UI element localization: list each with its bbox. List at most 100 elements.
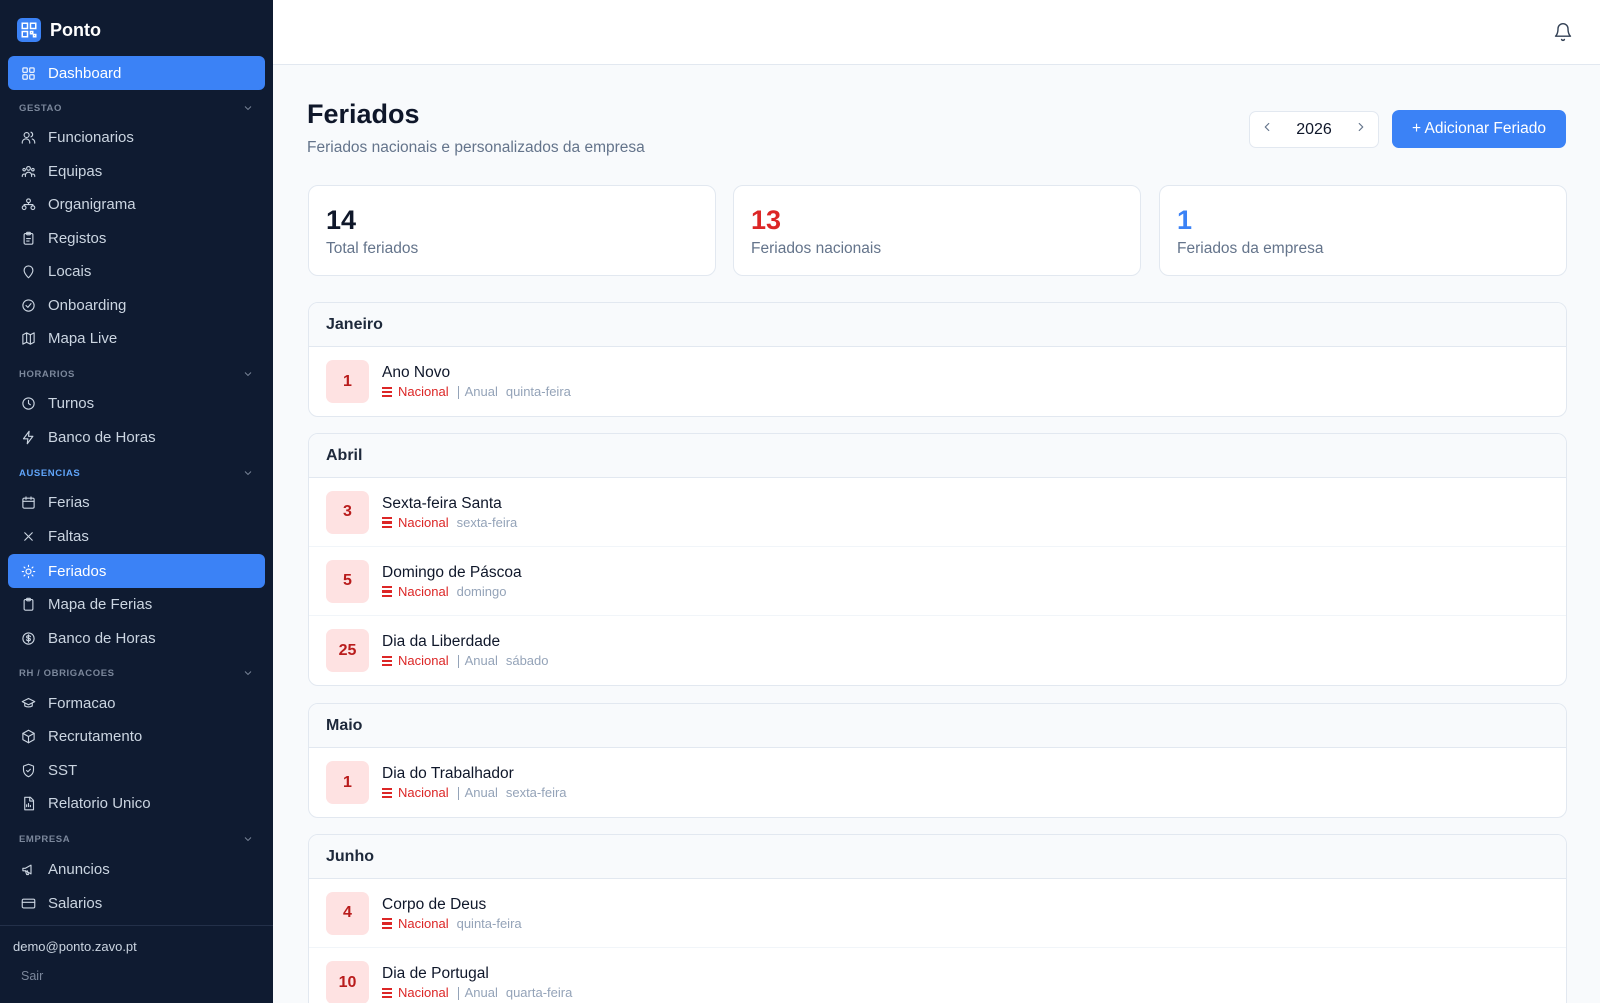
separator <box>457 654 459 668</box>
holiday-name: Ano Novo <box>382 364 451 381</box>
holiday-type: Nacional <box>398 785 449 800</box>
sidebar-item-label: Funcionarios <box>48 128 134 146</box>
shield-icon <box>20 762 36 778</box>
holiday-name: Dia de Portugal <box>382 965 489 982</box>
brand[interactable]: Ponto <box>17 17 101 43</box>
sidebar-item-locais[interactable]: Locais <box>8 254 265 288</box>
sidebar-item-label: Relatorio Unico <box>48 794 151 812</box>
report-icon <box>20 795 36 811</box>
sidebar-item-label: Recrutamento <box>48 727 143 745</box>
separator <box>457 786 459 800</box>
sidebar-item-mapa-de-ferias[interactable]: Mapa de Ferias <box>8 587 265 621</box>
user-email: demo@ponto.zavo.pt <box>13 939 137 954</box>
sidebar-item-label: Organigrama <box>48 195 136 213</box>
sidebar-item-formacao[interactable]: Formacao <box>8 686 265 720</box>
holiday-name: Dia do Trabalhador <box>382 765 514 782</box>
check-circle-icon <box>20 297 36 313</box>
month-title: Abril <box>309 434 1566 478</box>
topbar <box>273 0 1600 65</box>
section-title: EMPRESA <box>19 833 71 845</box>
sidebar-item-turnos[interactable]: Turnos <box>8 386 265 420</box>
separator <box>457 986 459 1000</box>
flag-icon <box>382 386 392 398</box>
holiday-row[interactable]: 4 Corpo de Deus Nacional quinta-feira <box>309 879 1566 948</box>
holiday-recurrence: Anual <box>464 785 498 800</box>
sidebar: Ponto Dashboard GESTAO Funcionarios Equi… <box>0 0 273 1003</box>
day-badge: 10 <box>326 961 369 1003</box>
sidebar-item-label: Formacao <box>48 694 116 712</box>
holiday-type: Nacional <box>398 915 449 931</box>
megaphone-icon <box>20 861 36 877</box>
chevron-down-icon <box>244 372 252 377</box>
sidebar-item-label: Turnos <box>48 394 95 412</box>
section-gestao[interactable]: GESTAO <box>19 101 254 115</box>
sidebar-item-anuncios[interactable]: Anuncios <box>8 852 265 886</box>
year-selector: 2026 <box>1249 111 1379 148</box>
chevron-down-icon <box>244 471 252 476</box>
day-badge: 25 <box>326 629 369 672</box>
sidebar-item-label: Anuncios <box>48 860 110 878</box>
holiday-weekday: quarta-feira <box>505 985 573 1000</box>
holiday-row[interactable]: 10 Dia de Portugal Nacional Anual quarta… <box>309 948 1566 1003</box>
page-title: Feriados <box>307 99 420 129</box>
holiday-row[interactable]: 25 Dia da Liberdade Nacional Anual sábad… <box>309 616 1566 685</box>
section-rh-obrigacoes[interactable]: RH / OBRIGACOES <box>19 666 254 680</box>
logout-button[interactable]: Sair <box>21 969 43 983</box>
month-group-maio: Maio 1 Dia do Trabalhador Nacional Anual… <box>308 703 1567 818</box>
credit-card-icon <box>20 895 36 911</box>
holiday-name: Dia da Liberdade <box>382 633 501 650</box>
sidebar-item-banco-de-horas[interactable]: Banco de Horas <box>8 420 265 454</box>
sidebar-item-feriados[interactable]: Feriados <box>8 554 265 588</box>
chevron-down-icon <box>244 837 252 842</box>
sidebar-item-dashboard[interactable]: Dashboard <box>8 56 265 90</box>
clipboard-icon <box>20 596 36 612</box>
stat-card-company: 1 Feriados da empresa <box>1159 185 1567 276</box>
day-badge: 1 <box>326 360 369 403</box>
holiday-type: Nacional <box>398 514 449 530</box>
sidebar-item-sst[interactable]: SST <box>8 753 265 787</box>
sidebar-item-relatorio-unico[interactable]: Relatorio Unico <box>8 786 265 820</box>
sidebar-item-salarios[interactable]: Salarios <box>8 886 265 920</box>
holiday-row[interactable]: 1 Ano Novo Nacional Anual quinta-feira <box>309 347 1566 416</box>
holiday-type: Nacional <box>398 985 449 1000</box>
holiday-row[interactable]: 1 Dia do Trabalhador Nacional Anual sext… <box>309 748 1566 817</box>
chevron-down-icon <box>244 671 252 676</box>
sidebar-item-mapa-live[interactable]: Mapa Live <box>8 321 265 355</box>
sidebar-item-recrutamento[interactable]: Recrutamento <box>8 719 265 753</box>
sidebar-item-equipas[interactable]: Equipas <box>8 154 265 188</box>
holiday-weekday: sexta-feira <box>456 514 518 530</box>
sidebar-item-organigrama[interactable]: Organigrama <box>8 187 265 221</box>
month-title: Janeiro <box>309 303 1566 347</box>
sun-icon <box>20 563 36 579</box>
sidebar-item-ferias[interactable]: Ferias <box>8 485 265 519</box>
sidebar-divider <box>0 925 273 926</box>
section-title: RH / OBRIGACOES <box>19 667 115 679</box>
section-horarios[interactable]: HORARIOS <box>19 367 254 381</box>
chevron-right-icon[interactable] <box>1354 120 1368 139</box>
holiday-weekday: domingo <box>456 583 507 599</box>
section-title: HORARIOS <box>19 368 75 380</box>
sidebar-item-onboarding[interactable]: Onboarding <box>8 288 265 322</box>
holiday-row[interactable]: 3 Sexta-feira Santa Nacional sexta-feira <box>309 478 1566 547</box>
section-ausencias[interactable]: AUSENCIAS <box>19 466 254 480</box>
holiday-weekday: sexta-feira <box>505 785 567 800</box>
year-value: 2026 <box>1296 120 1332 138</box>
flag-icon <box>382 655 392 667</box>
flag-icon <box>382 787 392 799</box>
sidebar-item-registos[interactable]: Registos <box>8 221 265 255</box>
holiday-recurrence: Anual <box>464 653 498 668</box>
sidebar-item-funcionarios[interactable]: Funcionarios <box>8 120 265 154</box>
section-title: AUSENCIAS <box>19 467 81 479</box>
sidebar-item-faltas[interactable]: Faltas <box>8 519 265 553</box>
chevron-left-icon[interactable] <box>1260 120 1274 139</box>
bell-icon[interactable] <box>1553 22 1573 42</box>
sidebar-item-label: Banco de Horas <box>48 428 156 446</box>
section-empresa[interactable]: EMPRESA <box>19 832 254 846</box>
flag-icon <box>382 586 392 597</box>
sidebar-item-label: Onboarding <box>48 296 127 314</box>
sidebar-item-label: Registos <box>48 229 107 247</box>
separator <box>457 385 459 399</box>
holiday-row[interactable]: 5 Domingo de Páscoa Nacional domingo <box>309 547 1566 616</box>
sidebar-item-banco-de-horas-2[interactable]: Banco de Horas <box>8 621 265 655</box>
add-holiday-button[interactable]: + Adicionar Feriado <box>1392 110 1566 148</box>
